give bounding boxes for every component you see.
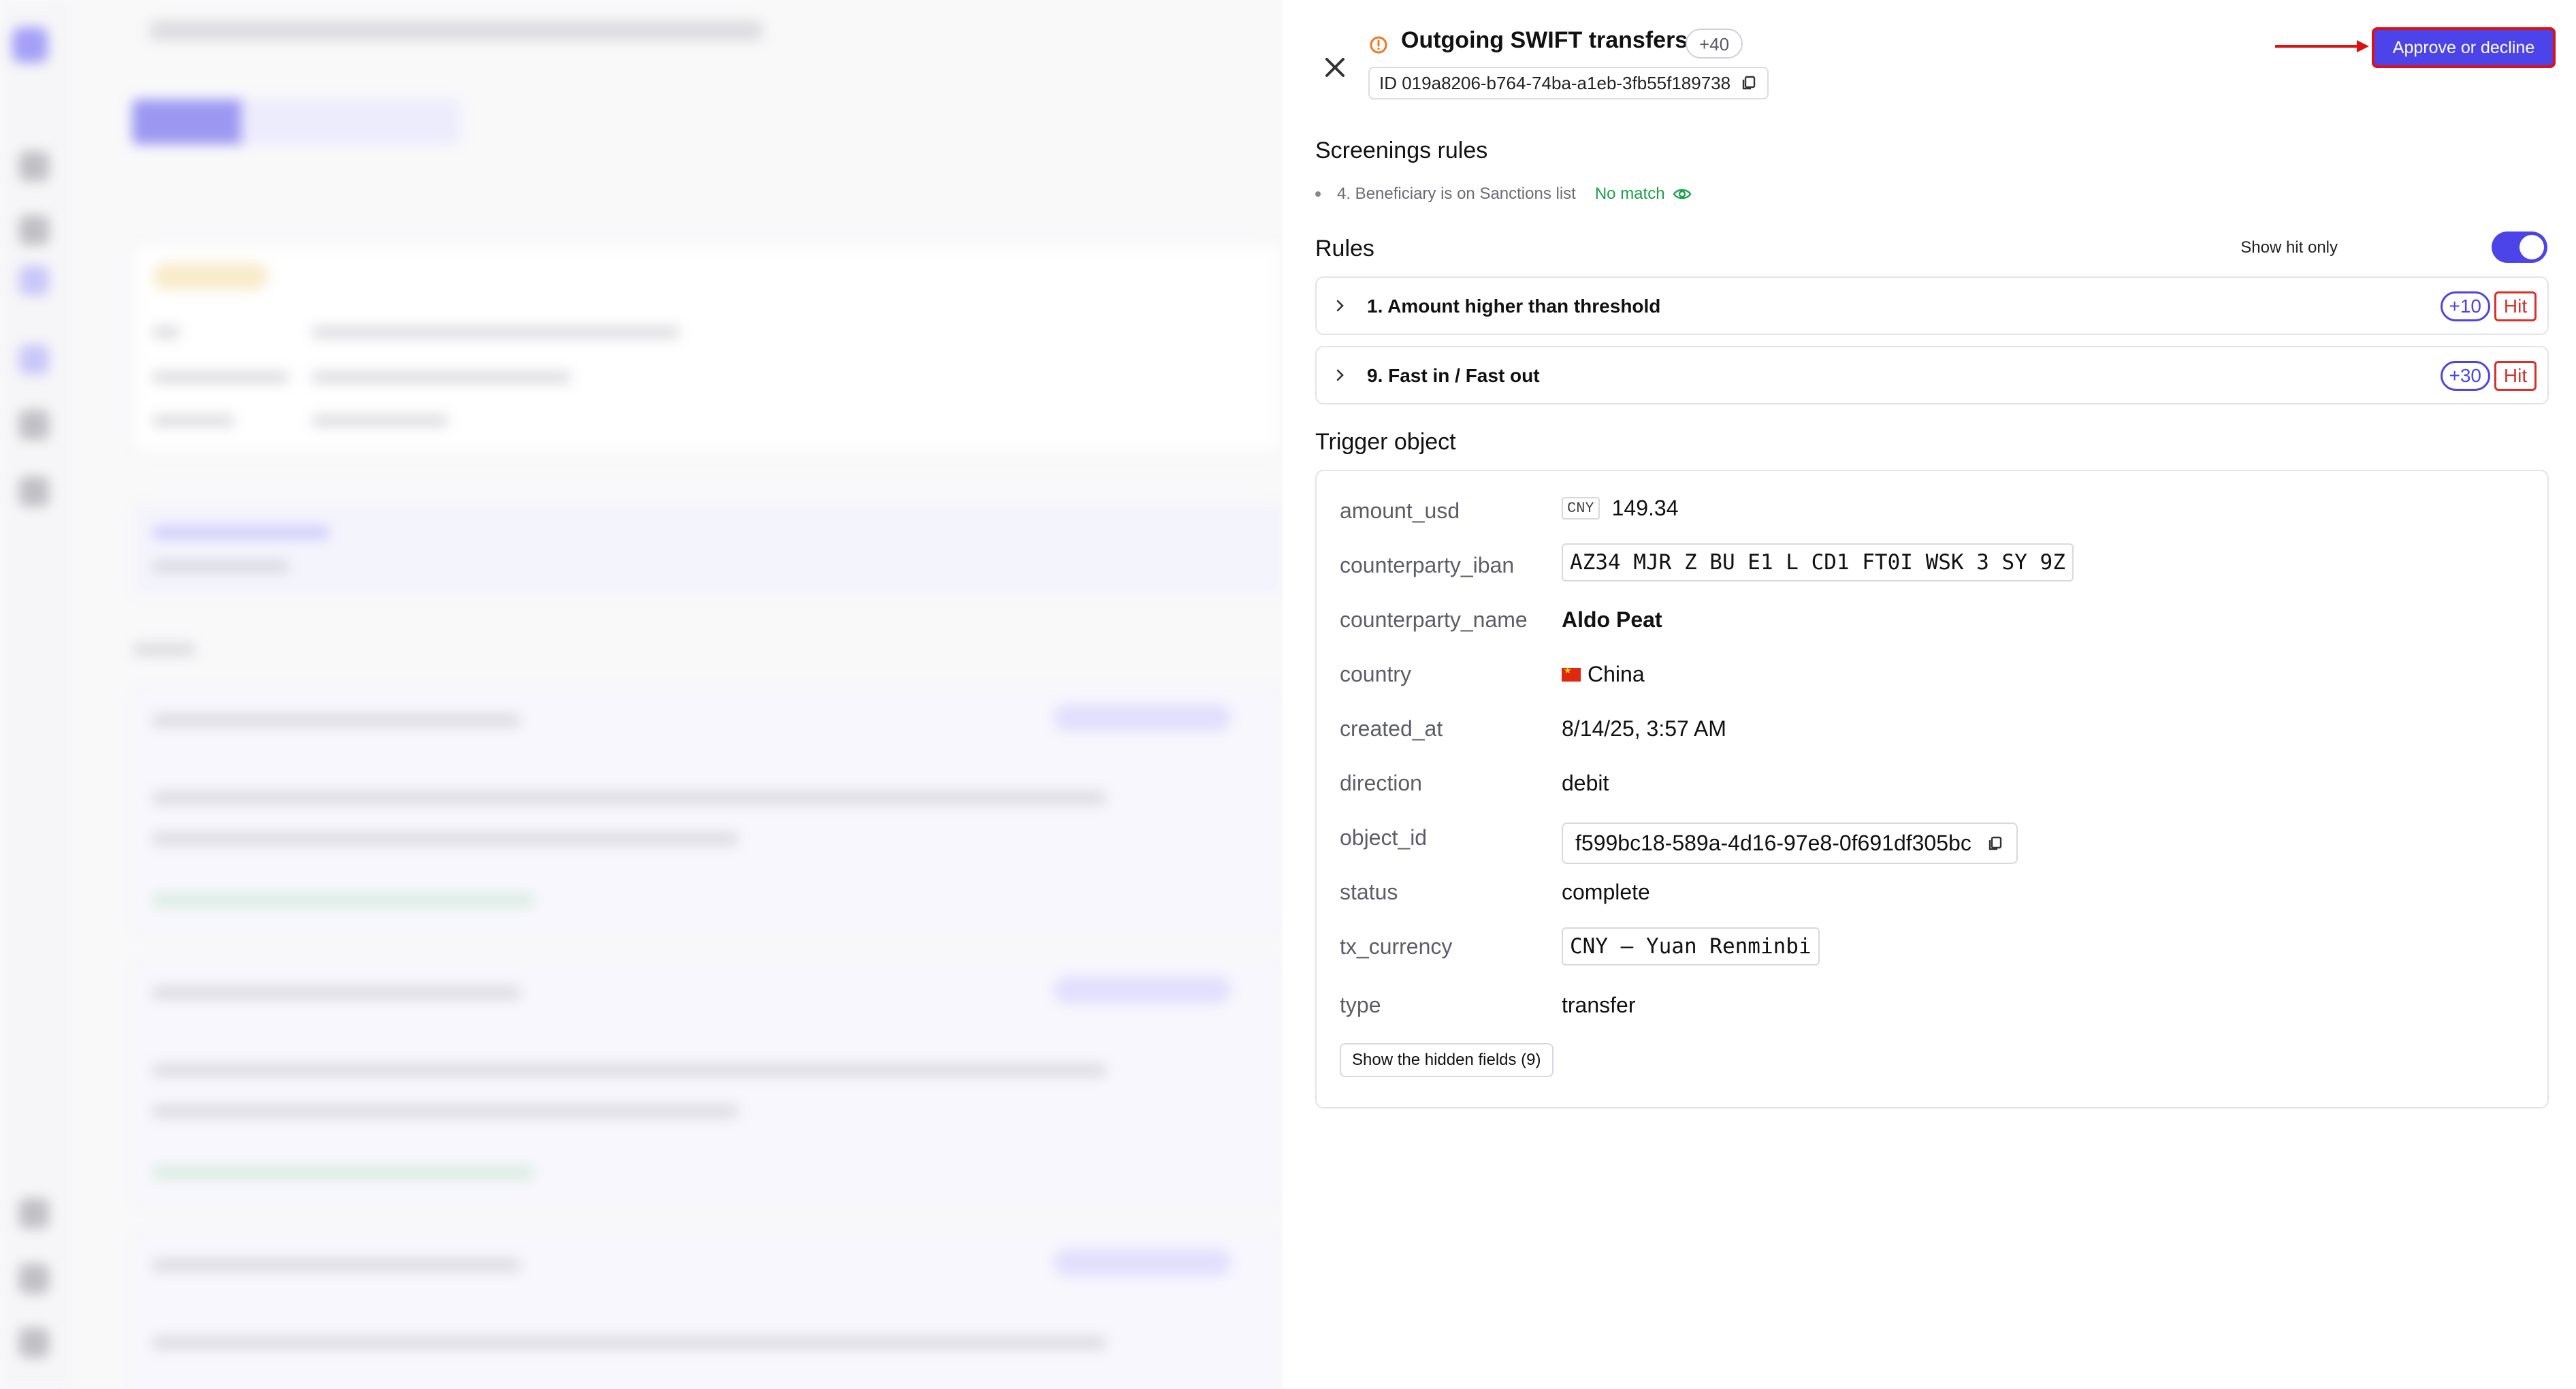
field-value-direction: debit [1562,771,1609,795]
rule-score-badge: +30 [2440,361,2490,391]
field-label-country: country [1340,662,1411,686]
trigger-object-panel: amount_usd CNY 149.34 counterparty_iban … [1315,470,2549,1108]
field-value-type: transfer [1562,993,1636,1017]
alert-title: Outgoing SWIFT transfers [1401,27,1688,53]
field-value-amount-usd: CNY 149.34 [1562,496,1678,521]
tx-currency-value: CNY – Yuan Renminbi [1562,927,1820,965]
approve-or-decline-button[interactable]: Approve or decline [2372,27,2556,68]
iban-value: AZ34 MJR Z BU E1 L CD1 FT0I WSK 3 SY 9Z [1562,543,2074,581]
chevron-right-icon [1336,300,1344,312]
field-label-direction: direction [1340,771,1422,795]
field-value-tx-currency: CNY – Yuan Renminbi [1562,927,1820,965]
rule-name: 9. Fast in / Fast out [1367,365,1540,386]
field-label-amount-usd: amount_usd [1340,498,1460,523]
trigger-object-title: Trigger object [1315,429,1456,455]
rule-name: 1. Amount higher than threshold [1367,296,1661,317]
currency-tag: CNY [1562,497,1600,520]
close-icon [1325,58,1345,77]
country-value: China [1588,662,1645,686]
alert-id-text: ID 019a8206-b764-74ba-a1eb-3fb55f189738 [1379,73,1731,93]
field-value-counterparty-iban: AZ34 MJR Z BU E1 L CD1 FT0I WSK 3 SY 9Z [1562,543,2074,581]
background-app [0,0,1283,1389]
close-button[interactable] [1318,50,1352,84]
object-id-value: f599bc18-589a-4d16-97e8-0f691df305bc [1575,831,1971,855]
alert-score-badge: +40 [1686,29,1743,59]
annotation-arrow-icon [2275,40,2369,52]
show-hit-only-toggle[interactable] [2492,232,2547,263]
rule-row[interactable]: 1. Amount higher than threshold +10 Hit [1315,276,2549,335]
field-label-object-id: object_id [1340,825,1428,850]
screening-status: No match [1594,185,1665,203]
field-label-counterparty-name: counterparty_name [1340,607,1528,632]
alert-drawer: Outgoing SWIFT transfers +40 ID 019a8206… [1283,0,2576,1389]
screening-rule-item: 4. Beneficiary is on Sanctions list No m… [1315,184,1692,204]
rules-title: Rules [1315,236,1374,261]
field-value-counterparty-name: Aldo Peat [1562,607,1662,632]
rule-score-badge: +10 [2440,291,2490,321]
field-label-status: status [1340,880,1398,904]
rule-hit-badge: Hit [2494,361,2537,391]
toggle-knob [2519,235,2544,259]
copy-icon[interactable] [1740,74,1758,92]
modal-overlay[interactable] [0,0,1283,1389]
field-value-object-id: f599bc18-589a-4d16-97e8-0f691df305bc [1562,823,2018,864]
screenings-title: Screenings rules [1315,138,1488,163]
show-hidden-fields-button[interactable]: Show the hidden fields (9) [1340,1043,1553,1077]
alert-status-icon [1370,36,1387,54]
field-value-status: complete [1562,880,1650,904]
china-flag-icon [1562,665,1581,682]
object-id-box: f599bc18-589a-4d16-97e8-0f691df305bc [1562,823,2018,864]
field-value-created-at: 8/14/25, 3:57 AM [1562,716,1726,741]
field-label-type: type [1340,993,1381,1017]
amount-value: 149.34 [1611,496,1679,520]
copy-icon[interactable] [1986,835,2004,852]
bullet-icon [1315,191,1321,197]
field-label-tx-currency: tx_currency [1340,934,1453,959]
rule-row[interactable]: 9. Fast in / Fast out +30 Hit [1315,346,2549,404]
show-hit-only-label: Show hit only [2240,238,2338,257]
chevron-right-icon [1336,369,1344,381]
screening-rule-label: 4. Beneficiary is on Sanctions list [1337,185,1576,203]
eye-icon[interactable] [1672,184,1692,204]
rule-hit-badge: Hit [2494,291,2537,321]
field-label-counterparty-iban: counterparty_iban [1340,553,1515,577]
field-value-country: China [1562,662,1645,687]
alert-id-box: ID 019a8206-b764-74ba-a1eb-3fb55f189738 [1368,67,1769,99]
field-label-created-at: created_at [1340,716,1443,741]
